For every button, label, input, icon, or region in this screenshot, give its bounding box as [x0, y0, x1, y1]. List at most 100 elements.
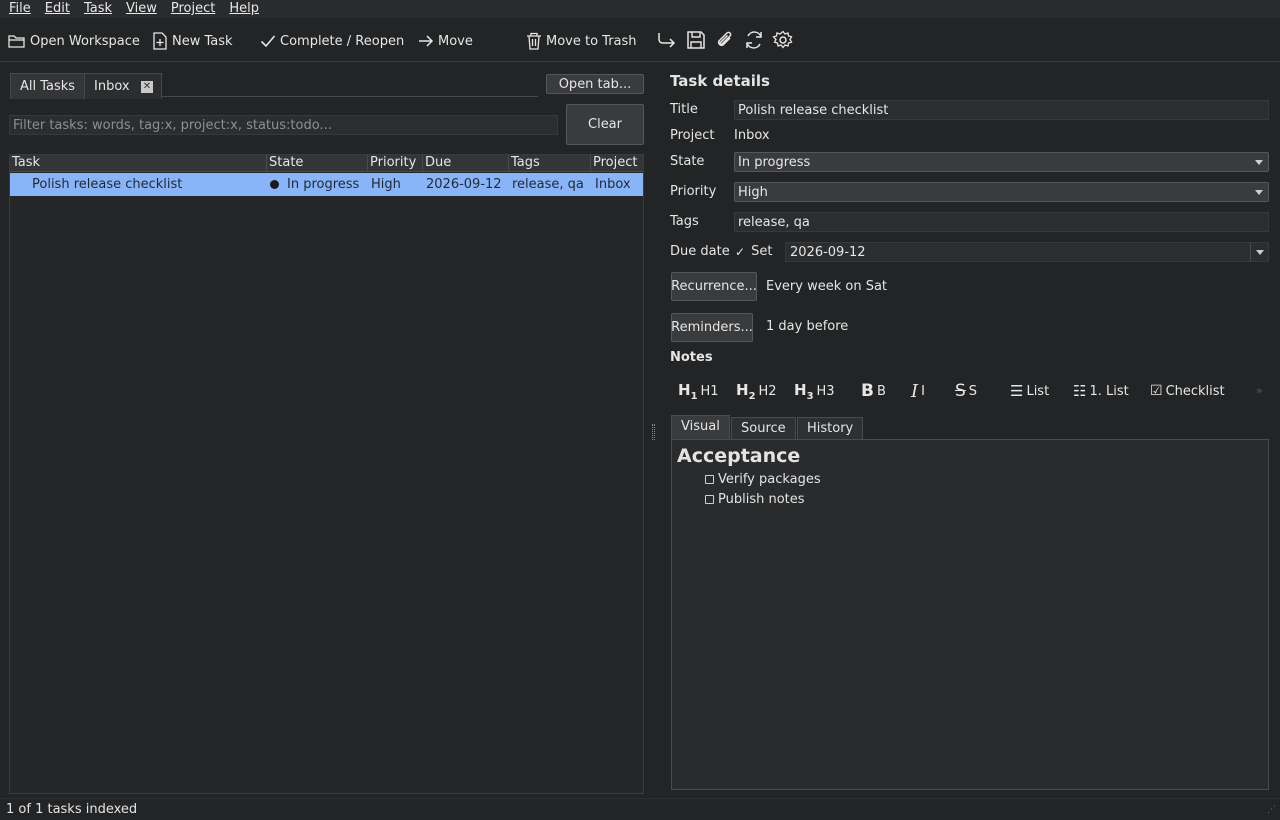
priority-label: Priority — [670, 184, 717, 199]
move-to-trash-button[interactable]: Move to Trash — [526, 30, 637, 52]
column-header-project[interactable]: Project — [591, 155, 643, 172]
notes-heading: Acceptance — [677, 445, 801, 467]
state-select[interactable]: In progress — [734, 152, 1269, 172]
priority-select[interactable]: High — [734, 182, 1269, 202]
settings-icon[interactable] — [772, 29, 794, 51]
chevron-down-icon — [1255, 190, 1263, 195]
task-table: Task State Priority Due Tags Project Pol… — [9, 154, 644, 794]
cell-priority: High — [371, 177, 401, 192]
due-date-field[interactable]: 2026-09-12 — [785, 242, 1269, 262]
menu-edit[interactable]: Edit — [40, 0, 75, 18]
resize-grip-icon[interactable]: ⋰ — [1267, 805, 1276, 815]
cell-tags: release, qa — [512, 177, 584, 192]
heading2-icon: H2 — [736, 380, 756, 402]
tab-all-tasks[interactable]: All Tasks — [10, 73, 86, 99]
checkmark-icon: ✓ — [735, 244, 746, 259]
column-header-tags[interactable]: Tags — [509, 155, 591, 172]
heading3-button[interactable]: H3 H3 — [794, 380, 835, 402]
checklist-icon: ☑ — [1150, 383, 1163, 399]
project-value: Inbox — [734, 128, 770, 143]
reminders-button[interactable]: Reminders... — [671, 313, 753, 342]
bullet-list-icon: ☰ — [1010, 382, 1024, 400]
open-tab-dropdown[interactable]: Open tab... — [546, 74, 644, 94]
heading2-button[interactable]: H2 H2 — [736, 380, 777, 402]
numbered-list-button[interactable]: ☷ 1. List — [1073, 380, 1129, 402]
complete-reopen-button[interactable]: Complete / Reopen — [260, 30, 404, 52]
project-label: Project — [670, 128, 715, 143]
close-tab-icon[interactable]: ✕ — [141, 81, 153, 93]
tags-label: Tags — [670, 214, 699, 229]
date-dropdown-button[interactable] — [1250, 243, 1268, 261]
notes-editor[interactable]: Acceptance Verify packages Publish notes — [671, 439, 1269, 790]
status-text: 1 of 1 tasks indexed — [6, 802, 138, 817]
reminders-value: 1 day before — [766, 319, 849, 334]
bold-button[interactable]: BB — [861, 380, 886, 402]
checklist-item[interactable]: Verify packages — [705, 472, 821, 487]
italic-icon: I — [911, 380, 919, 402]
strikethrough-icon: S — [955, 381, 966, 401]
state-label: State — [670, 154, 705, 169]
column-header-due[interactable]: Due — [423, 155, 509, 172]
tab-history[interactable]: History — [797, 417, 864, 439]
tab-inbox[interactable]: Inbox ✕ — [84, 73, 162, 99]
new-task-button[interactable]: New Task — [152, 30, 233, 52]
cell-state: In progress — [270, 173, 359, 196]
toolbar: Open Workspace New Task Complete / Reope… — [0, 18, 1280, 62]
menu-project[interactable]: Project — [166, 0, 220, 18]
sync-icon[interactable] — [743, 29, 765, 51]
cell-task: Polish release checklist — [32, 177, 183, 192]
recurrence-button[interactable]: Recurrence... — [671, 272, 757, 301]
attachment-icon[interactable] — [714, 29, 736, 51]
heading3-icon: H3 — [794, 380, 814, 402]
tab-bar-divider — [162, 96, 538, 97]
checklist-item[interactable]: Publish notes — [705, 492, 805, 507]
cell-due: 2026-09-12 — [426, 177, 502, 192]
heading1-icon: H1 — [678, 380, 698, 402]
chevron-down-icon — [1255, 160, 1263, 165]
italic-button[interactable]: II — [911, 380, 925, 402]
checklist-button[interactable]: ☑ Checklist — [1150, 380, 1225, 402]
due-set-checkbox[interactable]: ✓ Set — [735, 244, 772, 259]
task-details-heading: Task details — [670, 72, 770, 90]
trash-icon — [527, 32, 541, 50]
title-field[interactable]: Polish release checklist — [734, 100, 1269, 120]
arrow-right-icon — [419, 35, 434, 47]
menu-file[interactable]: File — [4, 0, 36, 18]
column-header-priority[interactable]: Priority — [368, 155, 423, 172]
clear-filter-button[interactable]: Clear — [566, 104, 644, 145]
menu-view[interactable]: View — [121, 0, 162, 18]
status-bar: 1 of 1 tasks indexed ⋰ — [0, 798, 1280, 820]
checkbox-icon[interactable] — [705, 475, 714, 484]
cell-project: Inbox — [595, 177, 631, 192]
menu-help[interactable]: Help — [224, 0, 264, 18]
tab-visual[interactable]: Visual — [671, 415, 730, 439]
strikethrough-button[interactable]: SS — [955, 380, 977, 402]
tab-source[interactable]: Source — [731, 417, 796, 439]
due-date-label: Due date — [670, 244, 730, 259]
numbered-list-icon: ☷ — [1073, 382, 1087, 400]
heading1-button[interactable]: H1 H1 — [678, 380, 719, 402]
recurrence-value: Every week on Sat — [766, 279, 888, 294]
save-icon[interactable] — [685, 29, 707, 51]
bullet-list-button[interactable]: ☰ List — [1010, 380, 1049, 402]
title-label: Title — [670, 102, 698, 117]
menu-bar: File Edit Task View Project Help — [0, 0, 1280, 18]
table-row[interactable]: Polish release checklist In progress Hig… — [10, 173, 643, 196]
toolbar-overflow-icon[interactable]: » — [1256, 384, 1263, 397]
filter-input[interactable]: Filter tasks: words, tag:x, project:x, s… — [9, 115, 558, 135]
move-button[interactable]: Move — [418, 30, 473, 52]
new-file-icon — [153, 32, 167, 50]
checkbox-icon[interactable] — [705, 495, 714, 504]
redirect-icon[interactable] — [656, 29, 678, 51]
tags-field[interactable]: release, qa — [734, 212, 1269, 232]
menu-task[interactable]: Task — [79, 0, 117, 18]
open-workspace-button[interactable]: Open Workspace — [8, 30, 140, 52]
status-dot-icon — [270, 180, 279, 189]
check-icon — [260, 35, 276, 48]
column-header-task[interactable]: Task — [10, 155, 267, 172]
bold-icon: B — [861, 381, 874, 401]
notes-label: Notes — [670, 350, 713, 365]
splitter-handle[interactable] — [652, 424, 655, 440]
folder-icon — [8, 35, 25, 48]
column-header-state[interactable]: State — [267, 155, 368, 172]
